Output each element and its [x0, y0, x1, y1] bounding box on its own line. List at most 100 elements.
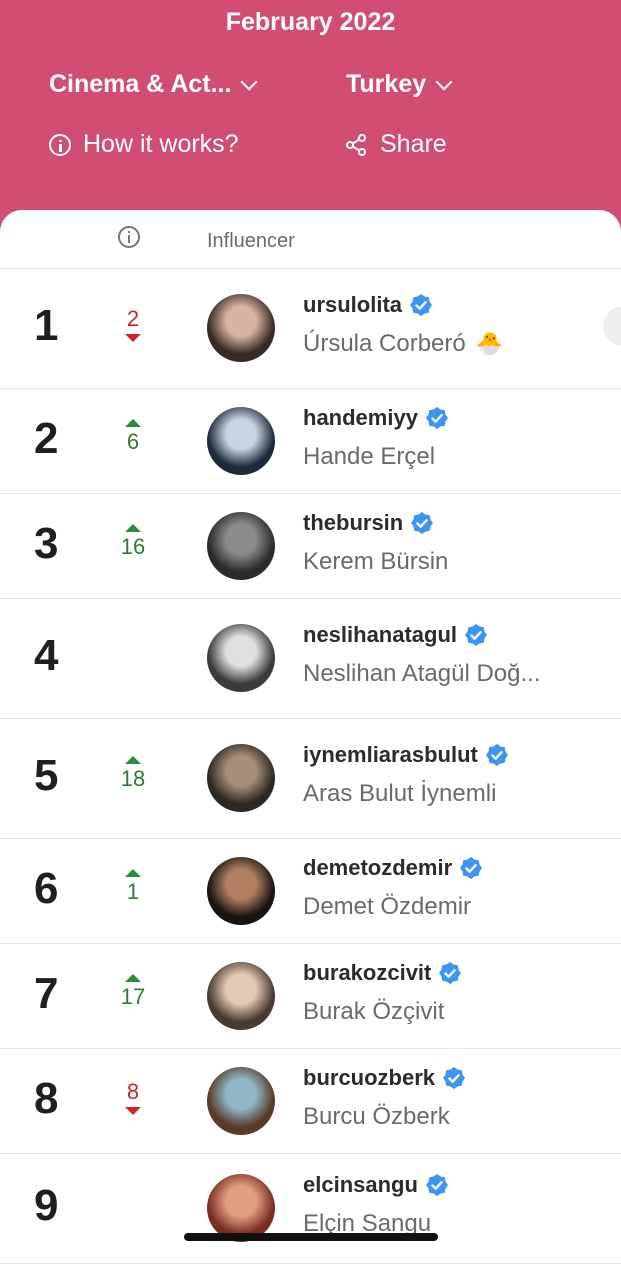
full-name: Neslihan Atagül Doğ... [303, 660, 540, 688]
table-row[interactable]: 3 16 thebursin Kerem Bürsin [0, 493, 621, 599]
rank-change-value: 6 [126, 428, 140, 454]
username-text: thebursin [303, 509, 404, 535]
username-text: burakozcivit [303, 959, 432, 985]
country-dropdown[interactable]: Turkey [346, 70, 453, 99]
table-header: Influencer [0, 210, 621, 269]
chevron-down-icon [240, 73, 258, 90]
username-text: demetozdemir [303, 854, 453, 880]
table-row[interactable]: 4 neslihanatagul Neslihan Atagül Doğ... [0, 598, 621, 719]
category-dropdown[interactable]: Cinema & Act... [49, 70, 258, 99]
arrow-down-icon [125, 1106, 141, 1115]
avatar[interactable] [207, 624, 275, 692]
username-text: elcinsangu [303, 1172, 418, 1197]
month-title: February 2022 [225, 8, 396, 36]
table-row[interactable]: 1 2 ursulolita Úrsula Corberó 🐣 [0, 268, 621, 389]
full-name-text: Úrsula Corberó [303, 330, 466, 357]
verified-badge-icon [425, 1174, 448, 1196]
full-name-text: Neslihan Atagül Doğ... [303, 660, 541, 687]
arrow-down-icon [125, 334, 141, 342]
rank-change-value: 1 [126, 878, 140, 904]
table-row[interactable]: 5 18 iynemliarasbulut Aras Bulut İynemli [0, 718, 621, 839]
verified-badge-icon [411, 511, 434, 534]
share-icon [346, 133, 366, 156]
chevron-down-icon [435, 73, 453, 90]
verified-badge-icon [439, 961, 462, 984]
verified-badge-icon [460, 856, 483, 879]
verified-badge-icon [410, 294, 433, 316]
username-text: iynemliarasbulut [303, 742, 478, 767]
how-it-works-link[interactable]: How it works? [49, 130, 239, 159]
rank-change: 2 [112, 306, 154, 342]
ranking-table: Influencer 1 2 ursulolita Úrsula Corberó 🐣 2 6… [0, 210, 621, 1264]
country-label: Turkey [346, 70, 427, 98]
avatar[interactable] [207, 961, 275, 1030]
info-icon[interactable] [118, 226, 140, 248]
table-row[interactable]: 8 8 burcuozberk Burcu Özberk [0, 1048, 621, 1154]
verified-badge-icon [425, 406, 448, 429]
verified-badge-icon [485, 744, 508, 766]
rank-number: 4 [34, 631, 59, 680]
table-row[interactable]: 7 17 burakozcivit Burak Özçivit [0, 943, 621, 1049]
avatar[interactable] [207, 406, 275, 475]
username[interactable]: iynemliarasbulut [303, 742, 508, 768]
avatar[interactable] [207, 744, 275, 812]
avatar[interactable] [207, 294, 275, 362]
share-button[interactable]: Share [344, 130, 447, 159]
info-icon [49, 133, 71, 156]
influencer-column-header: Influencer [207, 230, 295, 252]
table-row[interactable]: 6 1 demetozdemir Demet Özdemir [0, 838, 621, 944]
header: February 2022 Cinema & Act... Turkey How… [0, 0, 621, 230]
table-row[interactable]: 9 elcinsangu Elçin Sangu [0, 1153, 621, 1264]
rank-number: 1 [34, 301, 59, 350]
username-text: burcuozberk [303, 1064, 436, 1090]
username[interactable]: neslihanatagul [303, 622, 488, 648]
rank-change-value: 2 [126, 306, 140, 331]
username[interactable]: burakozcivit [303, 959, 462, 986]
arrow-up-icon [125, 523, 141, 532]
username[interactable]: elcinsangu [303, 1172, 448, 1198]
username[interactable]: handemiyy [303, 405, 448, 431]
full-name: Burak Özçivit [303, 998, 444, 1026]
avatar[interactable] [207, 856, 275, 925]
full-name: Aras Bulut İynemli [303, 780, 496, 808]
full-name: Kerem Bürsin [303, 548, 448, 576]
full-name-text: Aras Bulut İynemli [303, 780, 497, 807]
table-row[interactable]: 2 6 handemiyy Hande Erçel [0, 388, 621, 494]
rank-number: 5 [34, 751, 59, 800]
home-indicator [184, 1233, 438, 1241]
full-name-text: Kerem Bürsin [303, 547, 449, 575]
username-text: handemiyy [303, 404, 418, 430]
rank-change: 8 [112, 1079, 154, 1115]
rank-change-value: 8 [126, 1078, 140, 1104]
rank-number: 9 [34, 1181, 59, 1230]
emoji-icon: 🐣 [475, 331, 504, 356]
username-text: neslihanatagul [303, 622, 458, 647]
rank-number: 8 [34, 1073, 59, 1123]
rank-number: 3 [34, 518, 59, 568]
how-it-works-label: How it works? [83, 130, 239, 158]
arrow-up-icon [125, 756, 141, 764]
rank-change: 17 [112, 973, 154, 1010]
username[interactable]: burcuozberk [303, 1064, 466, 1091]
rank-change: 6 [112, 418, 154, 455]
full-name: Hande Erçel [303, 443, 435, 471]
full-name-text: Burcu Özberk [303, 1102, 450, 1130]
rank-change-value: 18 [120, 766, 146, 791]
avatar[interactable] [207, 1174, 275, 1242]
verified-badge-icon [443, 1066, 466, 1089]
username[interactable]: thebursin [303, 509, 434, 536]
arrow-up-icon [125, 973, 141, 982]
rank-number: 6 [34, 863, 59, 913]
full-name-text: Demet Özdemir [303, 892, 472, 920]
rank-change: 18 [112, 756, 154, 792]
username[interactable]: demetozdemir [303, 854, 483, 881]
arrow-up-icon [125, 418, 141, 427]
rank-change-value: 16 [120, 533, 146, 559]
avatar[interactable] [207, 511, 275, 580]
full-name: Burcu Özberk [303, 1103, 450, 1131]
username[interactable]: ursulolita [303, 292, 433, 318]
rank-change: 16 [112, 523, 154, 560]
avatar[interactable] [207, 1066, 275, 1135]
arrow-up-icon [125, 868, 141, 877]
full-name: Úrsula Corberó 🐣 [303, 330, 503, 358]
